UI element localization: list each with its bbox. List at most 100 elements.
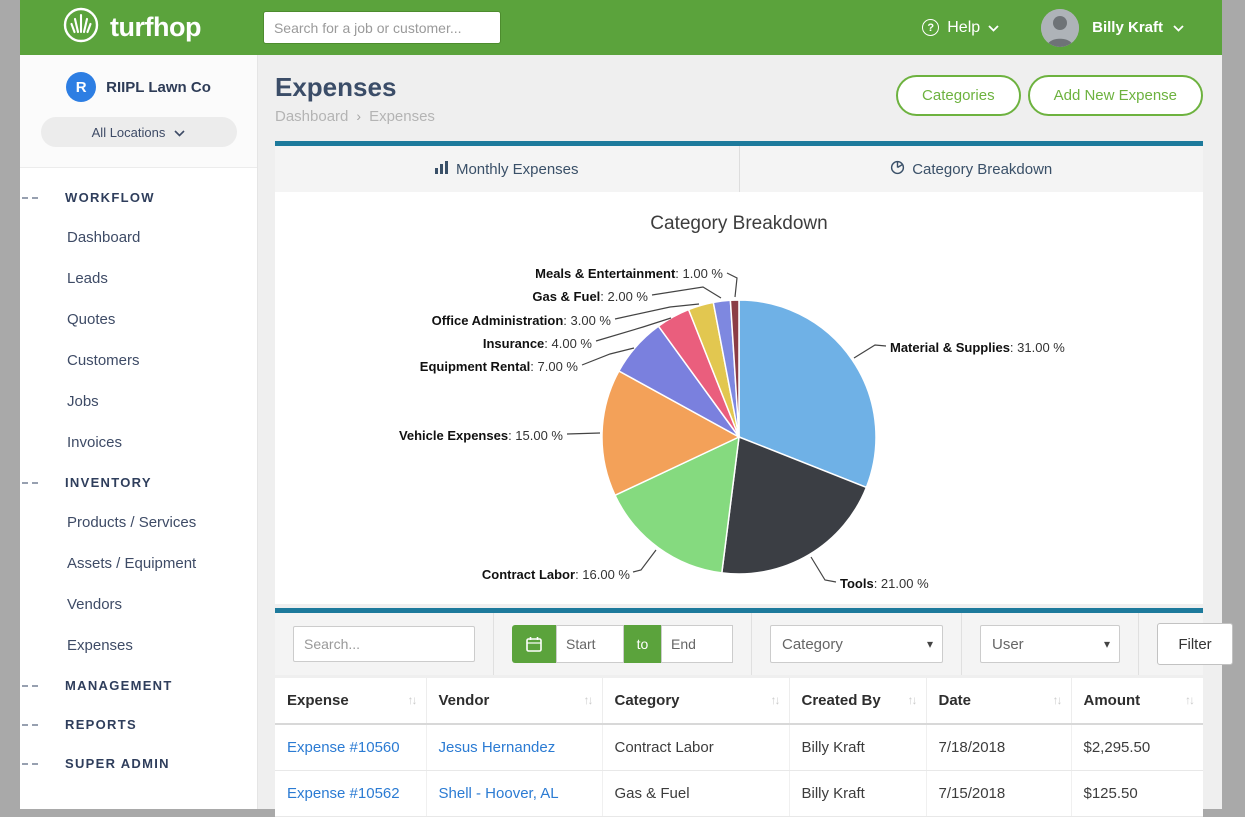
date-cell: 7/18/2018 bbox=[926, 724, 1071, 771]
table-row: Expense #10560 Jesus Hernandez Contract … bbox=[275, 724, 1203, 771]
nav-section-workflow: WORKFLOW bbox=[20, 178, 257, 217]
calendar-icon[interactable] bbox=[512, 625, 556, 663]
leader-line bbox=[567, 433, 600, 434]
bar-chart-icon bbox=[435, 161, 449, 178]
help-icon bbox=[922, 19, 939, 36]
vendor-link[interactable]: Shell - Hoover, AL bbox=[439, 785, 559, 802]
filter-category-group: Category bbox=[752, 613, 962, 675]
filter-user-group: User bbox=[962, 613, 1139, 675]
category-select[interactable]: Category bbox=[770, 625, 943, 663]
expense-link[interactable]: Expense #10562 bbox=[287, 785, 400, 802]
sidebar-item-jobs[interactable]: Jobs bbox=[20, 381, 257, 422]
vendor-link[interactable]: Jesus Hernandez bbox=[439, 739, 556, 756]
filter-button-group: Filter bbox=[1139, 613, 1245, 675]
page-header: Expenses Dashboard›Expenses Categories A… bbox=[275, 55, 1203, 141]
sidebar-item-dashboard[interactable]: Dashboard bbox=[20, 217, 257, 258]
nav-section-super-admin[interactable]: SUPER ADMIN bbox=[20, 744, 257, 783]
tab-category-breakdown[interactable]: Category Breakdown bbox=[740, 146, 1204, 192]
user-avatar[interactable] bbox=[1041, 9, 1079, 47]
location-label: All Locations bbox=[92, 125, 166, 140]
nav-section-inventory: INVENTORY bbox=[20, 463, 257, 502]
amount-cell: $2,295.50 bbox=[1071, 724, 1203, 771]
pie-slices-group bbox=[602, 300, 876, 574]
date-start-input[interactable] bbox=[556, 625, 624, 663]
pie-chart-icon bbox=[890, 160, 905, 179]
sidebar-item-vendors[interactable]: Vendors bbox=[20, 584, 257, 625]
filter-button[interactable]: Filter bbox=[1157, 623, 1233, 665]
column-header-created-by[interactable]: Created By↑↓ bbox=[789, 678, 926, 724]
pie-label-equipment-rental: Equipment Rental: 7.00 % bbox=[420, 359, 578, 374]
help-menu[interactable]: Help bbox=[922, 19, 999, 37]
sort-icon[interactable]: ↑↓ bbox=[584, 693, 592, 707]
brand-name: turfhop bbox=[110, 12, 201, 43]
user-name: Billy Kraft bbox=[1092, 19, 1163, 36]
page-title: Expenses bbox=[275, 72, 435, 102]
add-new-expense-button[interactable]: Add New Expense bbox=[1028, 75, 1203, 116]
brand-logo[interactable]: turfhop bbox=[62, 6, 201, 49]
date-to-label: to bbox=[624, 625, 661, 663]
date-end-input[interactable] bbox=[661, 625, 733, 663]
sidebar-item-expenses[interactable]: Expenses bbox=[20, 625, 257, 666]
company-section: R RIIPL Lawn Co All Locations bbox=[20, 55, 257, 168]
column-header-vendor[interactable]: Vendor↑↓ bbox=[426, 678, 602, 724]
categories-button[interactable]: Categories bbox=[896, 75, 1021, 116]
column-header-expense[interactable]: Expense↑↓ bbox=[275, 678, 426, 724]
nav-section-management[interactable]: MANAGEMENT bbox=[20, 666, 257, 705]
leader-line bbox=[633, 550, 656, 572]
table-filter-bar: to Category User Filter bbox=[275, 608, 1203, 675]
expense-link[interactable]: Expense #10560 bbox=[287, 739, 400, 756]
location-selector[interactable]: All Locations bbox=[41, 117, 237, 147]
pie-label-gas-fuel: Gas & Fuel: 2.00 % bbox=[532, 289, 648, 304]
sidebar-item-leads[interactable]: Leads bbox=[20, 258, 257, 299]
table-search-input[interactable] bbox=[293, 626, 475, 662]
global-search-input[interactable] bbox=[263, 11, 501, 44]
section-dash-icon bbox=[22, 685, 38, 687]
pie-label-contract-labor: Contract Labor: 16.00 % bbox=[482, 567, 630, 582]
turfhop-grass-icon bbox=[62, 6, 100, 49]
sidebar: R RIIPL Lawn Co All Locations WORKFLOW D… bbox=[20, 55, 258, 809]
tab-monthly-expenses[interactable]: Monthly Expenses bbox=[275, 146, 740, 192]
column-header-date[interactable]: Date↑↓ bbox=[926, 678, 1071, 724]
breadcrumb-dashboard[interactable]: Dashboard bbox=[275, 108, 348, 125]
sort-icon[interactable]: ↑↓ bbox=[771, 693, 779, 707]
filter-search-group bbox=[275, 613, 494, 675]
pie-chart[interactable] bbox=[275, 192, 1203, 604]
page-actions: Categories Add New Expense bbox=[896, 75, 1203, 116]
app-window: turfhop Help Billy Kraft bbox=[20, 0, 1222, 809]
column-header-amount[interactable]: Amount↑↓ bbox=[1071, 678, 1203, 724]
filter-date-group: to bbox=[494, 613, 752, 675]
user-menu[interactable]: Billy Kraft bbox=[1092, 19, 1184, 36]
sidebar-item-customers[interactable]: Customers bbox=[20, 340, 257, 381]
section-dash-icon bbox=[22, 763, 38, 765]
leader-line bbox=[652, 287, 721, 298]
sort-icon[interactable]: ↑↓ bbox=[1053, 693, 1061, 707]
leader-line bbox=[811, 557, 836, 582]
category-cell: Gas & Fuel bbox=[602, 771, 789, 817]
section-dash-icon bbox=[22, 724, 38, 726]
created-by-cell: Billy Kraft bbox=[789, 771, 926, 817]
leader-line bbox=[854, 345, 886, 358]
sidebar-item-assets-equipment[interactable]: Assets / Equipment bbox=[20, 543, 257, 584]
chevron-down-icon bbox=[1173, 19, 1184, 36]
pie-label-material-supplies: Material & Supplies: 31.00 % bbox=[890, 340, 1065, 355]
chart-tabs: Monthly Expenses Category Breakdown bbox=[275, 141, 1203, 192]
sidebar-item-invoices[interactable]: Invoices bbox=[20, 422, 257, 463]
breadcrumb: Dashboard›Expenses bbox=[275, 108, 435, 125]
amount-cell: $125.50 bbox=[1071, 771, 1203, 817]
date-cell: 7/15/2018 bbox=[926, 771, 1071, 817]
company-name: RIIPL Lawn Co bbox=[106, 79, 211, 96]
sort-icon[interactable]: ↑↓ bbox=[1185, 693, 1193, 707]
sidebar-nav: WORKFLOW Dashboard Leads Quotes Customer… bbox=[20, 168, 257, 783]
sort-icon[interactable]: ↑↓ bbox=[908, 693, 916, 707]
nav-section-reports[interactable]: REPORTS bbox=[20, 705, 257, 744]
pie-label-meals-entertainment: Meals & Entertainment: 1.00 % bbox=[535, 266, 723, 281]
leader-line bbox=[727, 273, 737, 297]
pie-label-office-administration: Office Administration: 3.00 % bbox=[432, 313, 611, 328]
sort-icon[interactable]: ↑↓ bbox=[408, 693, 416, 707]
user-select[interactable]: User bbox=[980, 625, 1120, 663]
sidebar-item-quotes[interactable]: Quotes bbox=[20, 299, 257, 340]
chevron-down-icon bbox=[988, 19, 999, 37]
column-header-category[interactable]: Category↑↓ bbox=[602, 678, 789, 724]
created-by-cell: Billy Kraft bbox=[789, 724, 926, 771]
sidebar-item-products-services[interactable]: Products / Services bbox=[20, 502, 257, 543]
